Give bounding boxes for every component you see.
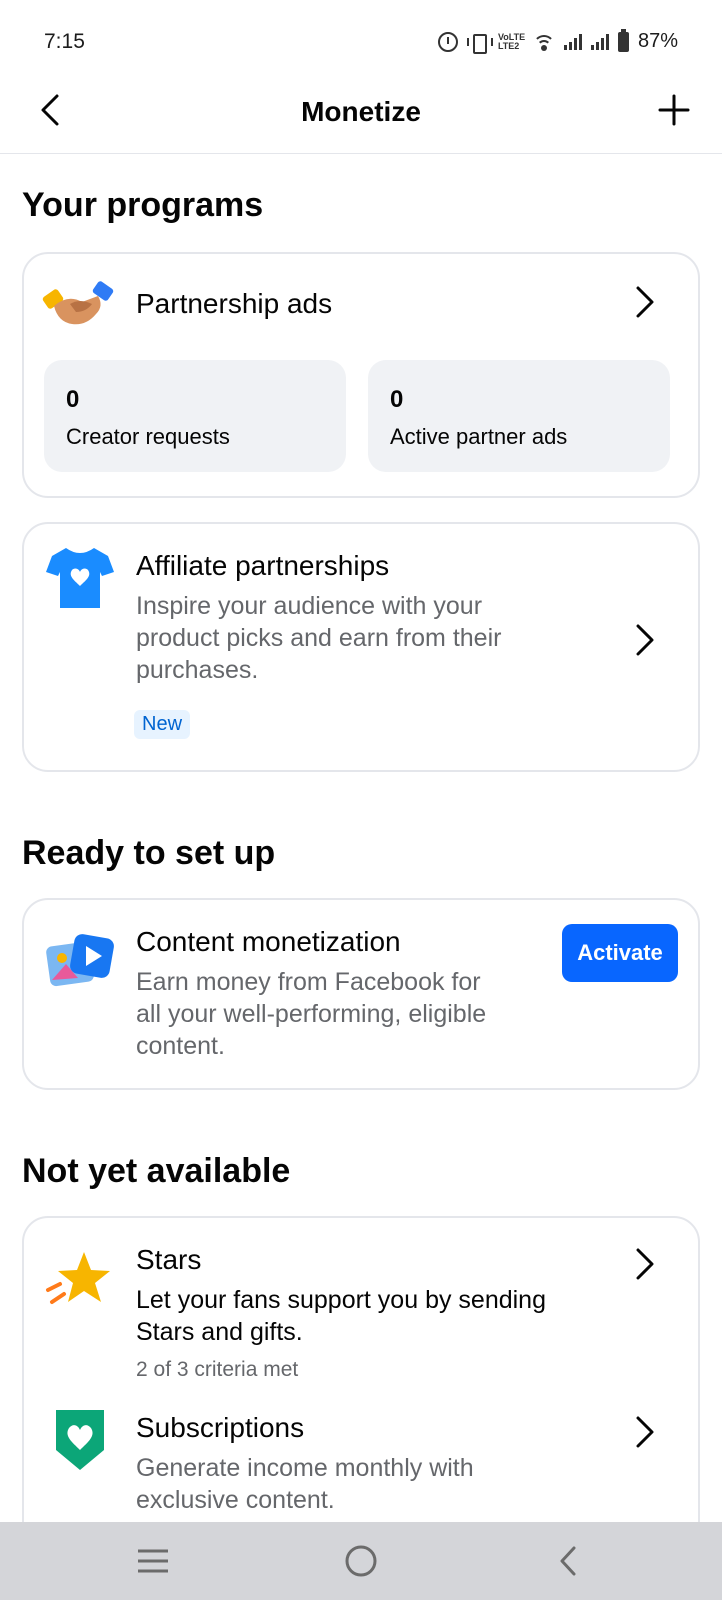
stars-desc-line: Stars and gifts. bbox=[136, 1318, 303, 1346]
affiliate-desc-line: Inspire your audience with your bbox=[136, 592, 483, 620]
partnership-ads-chevron[interactable] bbox=[630, 282, 660, 322]
system-back-button[interactable] bbox=[546, 1538, 592, 1584]
chevron-right-icon bbox=[636, 286, 654, 318]
activate-button[interactable]: Activate bbox=[562, 924, 678, 982]
chevron-right-icon bbox=[636, 1416, 654, 1448]
section-title-your-programs: Your programs bbox=[22, 186, 264, 224]
affiliate-desc-line: purchases. bbox=[136, 656, 259, 684]
chevron-right-icon bbox=[636, 1248, 654, 1280]
stat-value: 0 bbox=[66, 386, 80, 413]
app-header: Monetize bbox=[0, 70, 722, 154]
content-desc-line: Earn money from Facebook for bbox=[136, 968, 481, 996]
status-time: 7:15 bbox=[44, 30, 85, 53]
section-title-not-yet-available: Not yet available bbox=[22, 1152, 291, 1190]
signal-icon bbox=[563, 33, 582, 50]
content-desc-line: all your well-performing, eligible bbox=[136, 1000, 487, 1028]
content-desc-line: content. bbox=[136, 1032, 225, 1060]
stars-title: Stars bbox=[136, 1244, 202, 1275]
system-nav-bar bbox=[0, 1522, 722, 1600]
stat-value: 0 bbox=[390, 386, 404, 413]
heart-badge-icon bbox=[44, 1404, 116, 1476]
affiliate-chevron[interactable] bbox=[630, 620, 660, 660]
partnership-ads-card[interactable]: Partnership ads 0 Creator requests 0 Act… bbox=[22, 252, 700, 498]
subscriptions-desc-line: Generate income monthly with bbox=[136, 1454, 474, 1482]
affiliate-description: Inspire your audience with your product … bbox=[136, 590, 501, 686]
handshake-icon bbox=[42, 272, 114, 344]
subscriptions-chevron[interactable] bbox=[630, 1412, 660, 1452]
not-yet-available-card: Stars Let your fans support you by sendi… bbox=[22, 1216, 700, 1556]
stars-criteria: 2 of 3 criteria met bbox=[136, 1358, 299, 1381]
alarm-icon bbox=[437, 31, 458, 52]
section-title-ready-to-set-up: Ready to set up bbox=[22, 834, 276, 872]
content-monetization-title: Content monetization bbox=[136, 926, 401, 957]
stat-label: Creator requests bbox=[66, 424, 230, 449]
subscriptions-title: Subscriptions bbox=[136, 1412, 305, 1443]
active-partner-ads-stat[interactable]: 0 Active partner ads bbox=[368, 360, 670, 472]
battery-icon bbox=[617, 28, 629, 52]
star-icon bbox=[44, 1246, 116, 1318]
content-monetization-card[interactable]: Content monetization Earn money from Fac… bbox=[22, 898, 700, 1090]
stars-chevron[interactable] bbox=[630, 1244, 660, 1284]
battery-level: 87% bbox=[637, 30, 678, 52]
wifi-icon bbox=[532, 33, 555, 51]
page-title: Monetize bbox=[301, 96, 421, 127]
network-type-label: VoLTE LTE2 bbox=[497, 31, 526, 51]
chevron-right-icon bbox=[636, 624, 654, 656]
creator-requests-stat[interactable]: 0 Creator requests bbox=[44, 360, 346, 472]
subscriptions-description: Generate income monthly with exclusive c… bbox=[136, 1452, 474, 1516]
menu-icon bbox=[138, 1549, 168, 1573]
signal-icon-2 bbox=[590, 33, 609, 50]
affiliate-partnerships-card[interactable]: Affiliate partnerships Inspire your audi… bbox=[22, 522, 700, 772]
back-chevron-icon bbox=[560, 1546, 576, 1576]
subscriptions-desc-line: exclusive content. bbox=[136, 1486, 335, 1514]
add-button[interactable] bbox=[652, 88, 696, 132]
stars-description: Let your fans support you by sending Sta… bbox=[136, 1284, 546, 1348]
recent-apps-button[interactable] bbox=[130, 1538, 176, 1584]
affiliate-desc-line: product picks and earn from their bbox=[136, 624, 502, 652]
home-button[interactable] bbox=[338, 1538, 384, 1584]
partnership-ads-title: Partnership ads bbox=[136, 288, 333, 319]
content-monetization-description: Earn money from Facebook for all your we… bbox=[136, 966, 486, 1062]
affiliate-title: Affiliate partnerships bbox=[136, 550, 390, 581]
new-badge: New bbox=[134, 710, 191, 739]
stars-desc-line: Let your fans support you by sending bbox=[136, 1286, 546, 1314]
plus-icon bbox=[658, 94, 690, 126]
photo-video-icon bbox=[44, 926, 116, 998]
status-icons: VoLTE LTE2 87% bbox=[437, 28, 678, 54]
vibrate-icon bbox=[466, 33, 493, 54]
stars-item[interactable]: Stars Let your fans support you by sendi… bbox=[24, 1218, 698, 1388]
home-circle-icon bbox=[345, 1545, 377, 1577]
tshirt-heart-icon bbox=[44, 542, 116, 614]
stat-label: Active partner ads bbox=[390, 424, 568, 449]
